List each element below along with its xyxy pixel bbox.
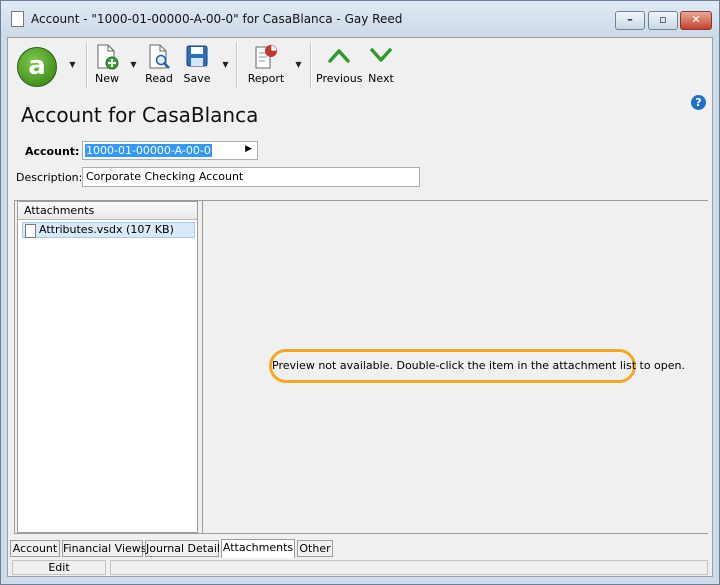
next-button[interactable]: Next <box>364 42 398 88</box>
save-button[interactable]: Save <box>180 42 214 88</box>
new-label: New <box>95 72 119 85</box>
report-icon <box>255 44 278 69</box>
status-mode: Edit <box>12 560 106 575</box>
tab-attachments[interactable]: Attachments <box>221 539 295 558</box>
account-lookup-arrow-icon[interactable]: ▶ <box>245 144 252 154</box>
report-dropdown-icon[interactable]: ▼ <box>294 60 303 69</box>
file-icon <box>25 224 36 238</box>
list-item[interactable]: Attributes.vsdx (107 KB) <box>22 222 195 238</box>
close-button[interactable]: ✕ <box>680 11 712 30</box>
new-document-icon <box>97 44 119 70</box>
status-message <box>110 560 708 575</box>
toolbar-divider <box>236 42 238 88</box>
window-title: Account - "1000-01-00000-A-00-0" for Cas… <box>31 12 403 26</box>
status-bar: Edit <box>8 558 712 576</box>
tab-account[interactable]: Account <box>10 540 60 557</box>
tab-other[interactable]: Other <box>297 540 333 557</box>
main-content: a ▼ New ▼ Read Save ▼ Report ▼ Previous … <box>7 37 713 577</box>
new-dropdown-icon[interactable]: ▼ <box>129 60 138 69</box>
next-label: Next <box>368 72 394 85</box>
document-icon <box>11 11 24 27</box>
title-bar[interactable]: Account - "1000-01-00000-A-00-0" for Cas… <box>1 1 719 37</box>
minimize-button[interactable]: – <box>615 11 645 30</box>
tab-journal-detail[interactable]: Journal Detail <box>145 540 220 557</box>
preview-pane: Preview not available. Double-click the … <box>202 201 708 533</box>
report-button[interactable]: Report <box>244 42 288 88</box>
previous-label: Previous <box>316 72 363 85</box>
toolbar-divider <box>310 42 312 88</box>
restore-icon: ▫ <box>659 13 667 26</box>
attachment-name: Attributes.vsdx (107 KB) <box>39 223 174 236</box>
tab-financial-views[interactable]: Financial Views <box>62 540 147 557</box>
logo-dropdown-icon[interactable]: ▼ <box>68 60 77 69</box>
attachment-list: Attachments Attributes.vsdx (107 KB) <box>17 201 198 533</box>
toolbar-divider <box>86 42 88 88</box>
account-value: 1000-01-00000-A-00-0 <box>85 144 212 157</box>
report-label: Report <box>247 72 285 85</box>
description-label: Description: <box>16 171 83 184</box>
attachments-header[interactable]: Attachments <box>18 202 197 220</box>
read-document-icon <box>149 44 170 69</box>
preview-message: Preview not available. Double-click the … <box>269 349 685 383</box>
tab-strip: Account Financial Views Journal Detail A… <box>10 539 710 558</box>
app-logo-button[interactable]: a <box>17 47 57 87</box>
page-title: Account for CasaBlanca <box>21 103 259 127</box>
read-label: Read <box>145 72 173 85</box>
app-window: Account - "1000-01-00000-A-00-0" for Cas… <box>0 0 720 585</box>
save-disk-icon <box>186 45 208 67</box>
minimize-icon: – <box>627 13 633 26</box>
toolbar: a ▼ New ▼ Read Save ▼ Report ▼ Previous … <box>8 38 712 92</box>
description-field[interactable]: Corporate Checking Account <box>82 167 420 187</box>
help-icon[interactable]: ? <box>691 95 706 110</box>
close-icon: ✕ <box>691 13 701 26</box>
save-label: Save <box>183 72 211 85</box>
chevron-up-icon <box>328 49 350 63</box>
restore-button[interactable]: ▫ <box>648 11 678 30</box>
attachments-panel: Attachments Attributes.vsdx (107 KB) Pre… <box>14 200 708 534</box>
account-field[interactable]: 1000-01-00000-A-00-0 ▶ <box>82 141 258 160</box>
new-button[interactable]: New <box>90 42 124 88</box>
account-label: Account: <box>25 145 80 158</box>
chevron-down-icon <box>370 48 392 62</box>
previous-button[interactable]: Previous <box>316 42 363 88</box>
read-button[interactable]: Read <box>142 42 176 88</box>
logo-letter: a <box>28 51 46 81</box>
save-dropdown-icon[interactable]: ▼ <box>221 60 230 69</box>
